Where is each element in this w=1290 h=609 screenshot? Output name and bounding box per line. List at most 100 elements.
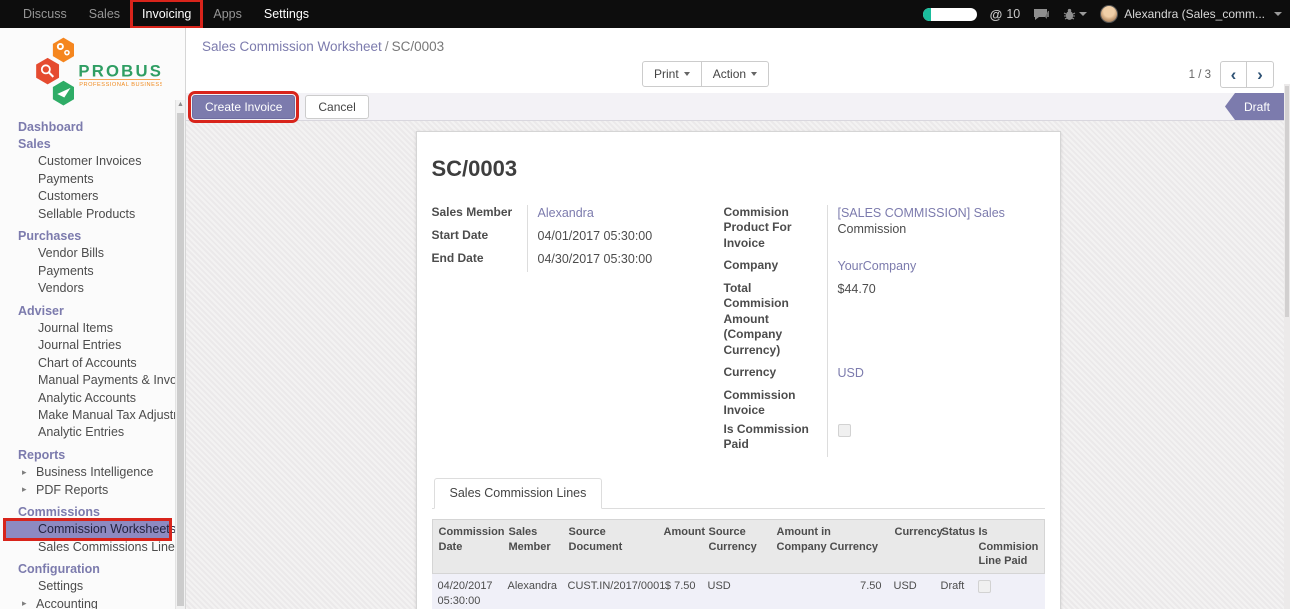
table-header: Commission Date Sales Member Source Docu…: [432, 519, 1045, 574]
sidebar-item-business-intelligence[interactable]: ▸Business Intelligence: [0, 463, 185, 480]
cell-source-currency: USD: [702, 574, 770, 609]
sidebar-item-chart-of-accounts[interactable]: Chart of Accounts: [0, 354, 185, 371]
table-row[interactable]: 04/20/2017 05:30:00 Alexandra CUST.IN/20…: [432, 574, 1045, 609]
col-status[interactable]: Status: [936, 520, 973, 573]
sidebar-item-customers[interactable]: Customers: [0, 188, 185, 205]
breadcrumb: Sales Commission Worksheet/SC/0003: [202, 37, 1276, 57]
sidebar-item-sales-commissions-lines[interactable]: Sales Commissions Lines: [0, 538, 185, 555]
user-menu[interactable]: Alexandra (Sales_comm...: [1100, 5, 1282, 23]
tab-sales-commission-lines[interactable]: Sales Commission Lines: [434, 478, 603, 509]
sales-member-value[interactable]: Alexandra: [527, 204, 724, 222]
sidebar-item-pdf-reports[interactable]: ▸PDF Reports: [0, 481, 185, 498]
commission-product-link[interactable]: [SALES COMMISSION] Sales: [838, 206, 1005, 220]
company-label: Company: [724, 257, 827, 275]
col-is-commission-line-paid[interactable]: Is Commision Line Paid: [973, 520, 1046, 573]
sidebar-item-dashboard[interactable]: Dashboard: [0, 118, 185, 135]
cancel-button[interactable]: Cancel: [305, 95, 368, 119]
tab-bar: Sales Commission Lines: [432, 478, 1045, 509]
cell-status: Draft: [935, 574, 972, 609]
sidebar-item-customer-invoices[interactable]: Customer Invoices: [0, 153, 185, 170]
action-button[interactable]: Action: [702, 61, 769, 87]
screen: Discuss Sales Invoicing Apps Settings @ …: [0, 0, 1290, 609]
sidebar-item-payments[interactable]: Payments: [0, 170, 185, 187]
field-separator: [527, 205, 528, 272]
nav-discuss[interactable]: Discuss: [12, 0, 78, 28]
expand-icon: ▸: [22, 598, 36, 609]
nav-sales[interactable]: Sales: [78, 0, 131, 28]
sidebar-item-journal-items[interactable]: Journal Items: [0, 319, 185, 336]
commission-invoice-value: [827, 387, 1045, 420]
nav-apps[interactable]: Apps: [202, 0, 253, 28]
col-sales-member[interactable]: Sales Member: [503, 520, 563, 573]
pager-next-button[interactable]: ›: [1247, 61, 1274, 88]
company-value[interactable]: YourCompany: [827, 257, 1045, 275]
sidebar-section-commissions[interactable]: Commissions: [0, 503, 185, 520]
sidebar-item-vendor-bills[interactable]: Vendor Bills: [0, 245, 185, 262]
col-amount[interactable]: Amount: [658, 520, 703, 573]
currency-value[interactable]: USD: [827, 364, 1045, 382]
sidebar-item-analytic-entries[interactable]: Analytic Entries: [0, 424, 185, 441]
sidebar-item-vendors[interactable]: Vendors: [0, 280, 185, 297]
scrollbar-thumb[interactable]: [177, 113, 184, 606]
breadcrumb-current: SC/0003: [392, 39, 445, 54]
nav-invoicing[interactable]: Invoicing: [131, 0, 202, 28]
print-button[interactable]: Print: [642, 61, 702, 87]
col-source-currency[interactable]: Source Currency: [703, 520, 771, 573]
sidebar-section-purchases[interactable]: Purchases: [0, 227, 185, 244]
form-sheet: SC/0003 Sales Member Alexandra Start Dat…: [416, 131, 1061, 609]
debug-menu[interactable]: [1063, 8, 1087, 21]
sidebar-section-reports[interactable]: Reports: [0, 446, 185, 463]
cell-company-amount: 7.50: [770, 574, 888, 609]
cell-amount: $ 7.50: [657, 574, 702, 609]
pager-value[interactable]: 1 / 3: [1189, 69, 1211, 81]
sidebar-item-sellable-products[interactable]: Sellable Products: [0, 205, 185, 222]
nav-settings[interactable]: Settings: [253, 0, 320, 28]
timer-progress-pill[interactable]: [923, 8, 977, 21]
sidebar-item-commission-worksheets[interactable]: Commission Worksheets: [6, 521, 169, 538]
sales-member-label: Sales Member: [432, 204, 527, 222]
systray: @ 10 Alexandra (Sales_comm...: [923, 5, 1282, 23]
line-paid-checkbox[interactable]: [978, 580, 991, 593]
col-currency[interactable]: Currency: [889, 520, 936, 573]
breadcrumb-parent[interactable]: Sales Commission Worksheet: [202, 39, 382, 54]
sidebar-item-payments-purchase[interactable]: Payments: [0, 262, 185, 279]
total-commission-value: $44.70: [827, 280, 1045, 359]
record-title: SC/0003: [432, 156, 1045, 182]
create-invoice-button[interactable]: Create Invoice: [192, 95, 295, 119]
activity-icon: @: [990, 7, 1003, 22]
notebook: Sales Commission Lines Commission Date S…: [432, 478, 1045, 609]
sidebar-item-tax-adjustments[interactable]: Make Manual Tax Adjustme...: [0, 406, 185, 423]
sidebar-item-analytic-accounts[interactable]: Analytic Accounts: [0, 389, 185, 406]
scroll-up-icon[interactable]: ▲: [176, 101, 185, 108]
sidebar-scrollbar[interactable]: ▲: [175, 100, 185, 609]
progress-fill: [923, 8, 931, 21]
currency-label: Currency: [724, 364, 827, 382]
cell-doc: CUST.IN/2017/0001: [562, 574, 657, 609]
sidebar-item-settings[interactable]: Settings: [0, 578, 185, 595]
chevron-down-icon: [751, 72, 757, 76]
chevron-down-icon: [1079, 12, 1087, 16]
sidebar-item-manual-payments[interactable]: Manual Payments & Invoice...: [0, 371, 185, 388]
messages-icon[interactable]: [1033, 8, 1050, 21]
col-amount-company-currency[interactable]: Amount in Company Currency: [771, 520, 889, 573]
commission-lines-table: Commission Date Sales Member Source Docu…: [432, 519, 1045, 609]
user-name: Alexandra (Sales_comm...: [1124, 7, 1265, 21]
expand-icon: ▸: [22, 467, 36, 478]
scrollbar-thumb[interactable]: [1285, 86, 1289, 317]
pager-previous-button[interactable]: ‹: [1220, 61, 1247, 88]
sidebar-section-sales[interactable]: Sales: [0, 135, 185, 152]
page-scrollbar[interactable]: [1284, 84, 1290, 609]
is-commission-paid-checkbox[interactable]: [838, 424, 851, 437]
commission-invoice-label: Commission Invoice: [724, 387, 827, 420]
logo-tagline: PROFESSIONAL BUSINESS: [79, 82, 162, 88]
col-source-document[interactable]: Source Document: [563, 520, 658, 573]
cell-currency: USD: [888, 574, 935, 609]
sidebar-section-configuration[interactable]: Configuration: [0, 560, 185, 577]
total-commission-label: Total Commision Amount (Company Currency…: [724, 280, 827, 359]
sidebar-item-journal-entries[interactable]: Journal Entries: [0, 337, 185, 354]
col-commission-date[interactable]: Commission Date: [433, 520, 503, 573]
sidebar-item-accounting[interactable]: ▸Accounting: [0, 595, 185, 609]
activity-counter[interactable]: @ 10: [990, 7, 1021, 22]
sidebar-section-adviser[interactable]: Adviser: [0, 302, 185, 319]
sidebar: PROBUSE PROFESSIONAL BUSINESS Dashboard …: [0, 28, 186, 609]
